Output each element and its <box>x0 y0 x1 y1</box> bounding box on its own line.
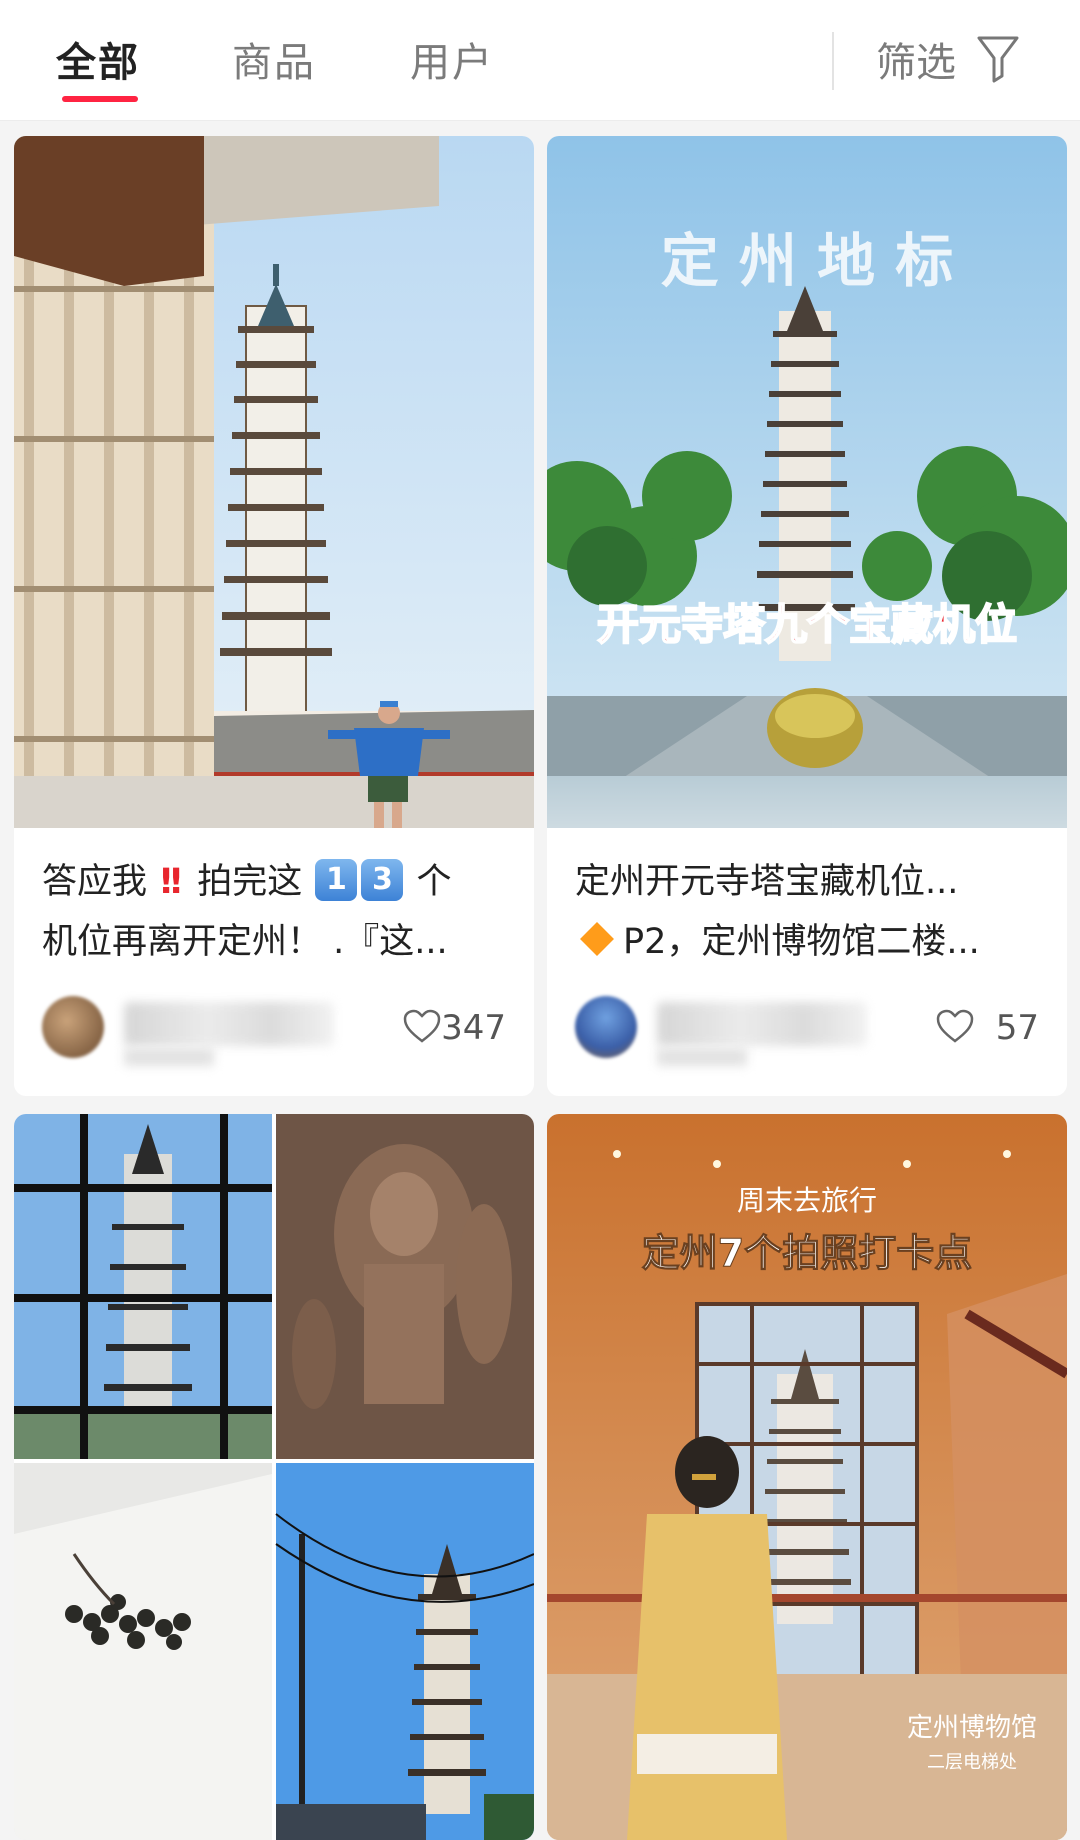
like-count: 57 <box>995 1008 1039 1048</box>
blurred-username-sub <box>657 1048 747 1066</box>
filter-button[interactable]: 筛选 <box>876 30 956 88</box>
blurred-username[interactable] <box>657 1002 867 1046</box>
cover-sign: 定州博物馆 <box>907 1713 1037 1743</box>
avatar[interactable] <box>42 996 104 1058</box>
like-count: 347 <box>441 1008 506 1048</box>
tab-divider <box>832 32 834 90</box>
cover-heading: 定州7个拍照打卡点 <box>642 1231 972 1275</box>
note-card[interactable] <box>14 1114 534 1840</box>
cover-heading: 定 州 地 标 <box>661 227 954 295</box>
funnel-icon[interactable] <box>976 34 1020 84</box>
note-card[interactable]: 定 州 地 标 开元寺塔九个宝藏机位 定州开元寺塔宝藏机位... P2，定州博物… <box>547 136 1067 1096</box>
tab-users[interactable]: 用户 <box>410 30 494 88</box>
title-text: 个 <box>416 862 452 902</box>
cover-sign-sub: 二层电梯处 <box>927 1752 1017 1773</box>
tab-all[interactable]: 全部 <box>56 30 140 88</box>
heart-icon[interactable] <box>402 1008 442 1044</box>
double-exclamation-icon: !! <box>158 862 184 902</box>
cover-banner: 开元寺塔九个宝藏机位 <box>597 600 1017 649</box>
blurred-username-sub <box>124 1048 214 1066</box>
cover-small-text: 周末去旅行 <box>737 1184 877 1217</box>
note-card[interactable]: 答应我 !! 拍完这 13 个 机位再离开定州！ .『这... 347 <box>14 136 534 1096</box>
title-text: 答应我 <box>42 862 148 902</box>
note-meta: 347 <box>42 996 512 1066</box>
note-cover-image[interactable] <box>14 1114 534 1840</box>
note-meta: 57 <box>575 996 1045 1066</box>
search-tab-bar: 全部 商品 用户 筛选 <box>0 0 1080 121</box>
active-tab-indicator <box>62 96 138 102</box>
tab-products[interactable]: 商品 <box>232 30 316 88</box>
keycap-number-icon: 1 <box>315 859 358 901</box>
note-cover-image[interactable] <box>14 136 534 828</box>
title-text: 拍完这 <box>197 862 303 902</box>
title-line-2: P2，定州博物馆二楼... <box>623 922 980 962</box>
title-line-1: 定州开元寺塔宝藏机位... <box>575 862 959 902</box>
blurred-username[interactable] <box>124 1002 334 1046</box>
note-card[interactable]: 周末去旅行 定州7个拍照打卡点 定州博物馆 二层电梯处 <box>547 1114 1067 1840</box>
note-title[interactable]: 答应我 !! 拍完这 13 个 机位再离开定州！ .『这... <box>42 852 510 972</box>
title-line-2: 机位再离开定州！ .『这... <box>42 922 448 962</box>
heart-icon[interactable] <box>935 1008 975 1044</box>
orange-diamond-icon <box>580 922 614 956</box>
note-cover-image[interactable]: 周末去旅行 定州7个拍照打卡点 定州博物馆 二层电梯处 <box>547 1114 1067 1840</box>
avatar[interactable] <box>575 996 637 1058</box>
note-cover-image[interactable]: 定 州 地 标 开元寺塔九个宝藏机位 <box>547 136 1067 828</box>
keycap-number-icon: 3 <box>361 859 404 901</box>
note-title[interactable]: 定州开元寺塔宝藏机位... P2，定州博物馆二楼... <box>575 852 1043 972</box>
